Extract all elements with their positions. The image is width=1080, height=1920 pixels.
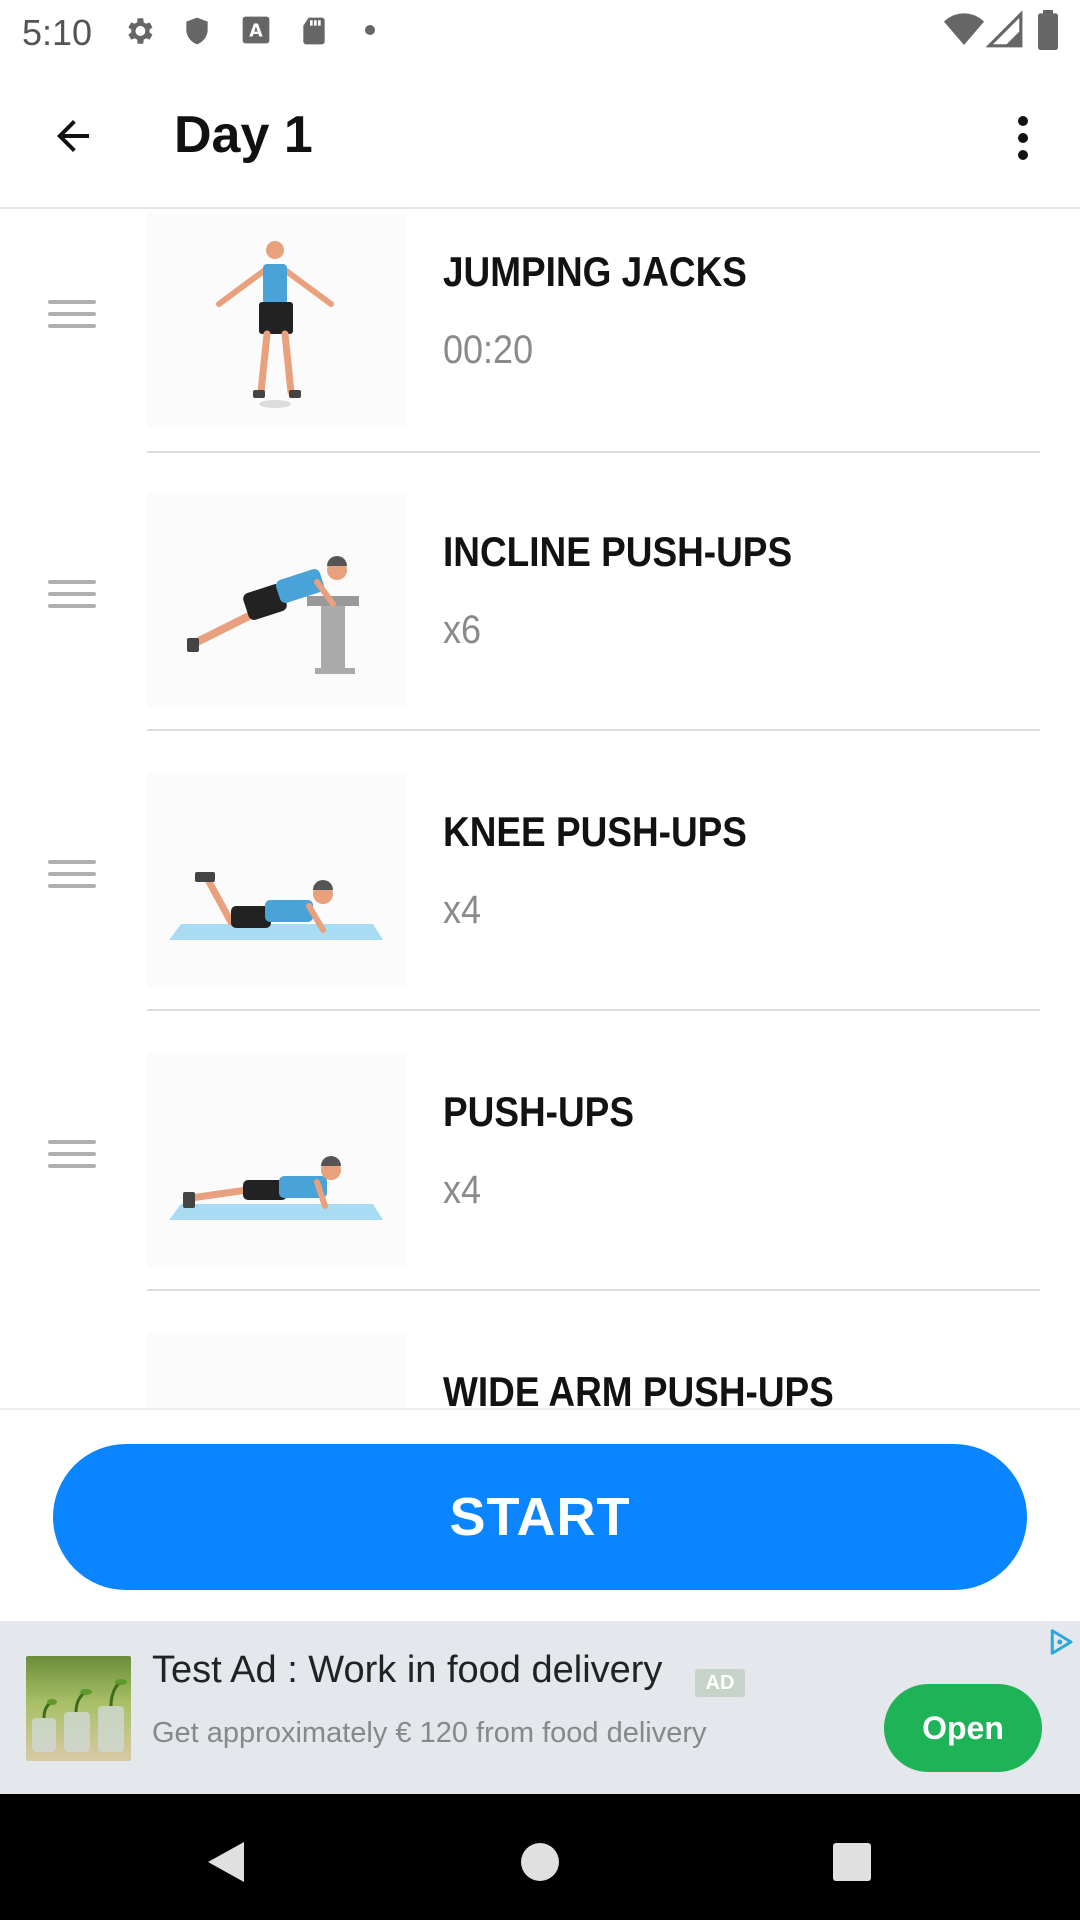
ad-image[interactable] <box>26 1656 131 1761</box>
nav-recents-button[interactable] <box>822 1832 882 1892</box>
exercise-amount: x4 <box>443 1168 482 1212</box>
exercise-name: INCLINE PUSH-UPS <box>443 528 793 575</box>
drag-handle-icon[interactable] <box>48 852 98 892</box>
row-divider <box>147 451 1040 453</box>
row-divider <box>147 1009 1040 1011</box>
incline-pushups-figure <box>147 492 407 707</box>
arrow-left-icon <box>57 120 89 152</box>
exercise-row[interactable]: JUMPING JACKS 00:20 <box>0 210 1080 490</box>
exercise-row[interactable]: INCLINE PUSH-UPS x6 <box>0 490 1080 770</box>
money-jars-image <box>32 1679 127 1752</box>
wide-arm-pushups-figure <box>147 1332 407 1408</box>
ad-choices-icon[interactable] <box>1046 1627 1076 1657</box>
exercise-amount: 00:20 <box>443 328 534 372</box>
exercise-row[interactable]: KNEE PUSH-UPS x4 <box>0 770 1080 1050</box>
status-bar: 5:10 A <box>0 0 1080 63</box>
text-a-icon: A <box>242 16 270 44</box>
navigation-bar <box>0 1794 1080 1920</box>
knee-pushups-figure <box>147 772 407 987</box>
jumping-jacks-figure <box>147 212 407 427</box>
dot-icon <box>365 25 375 35</box>
app-bar: Day 1 <box>0 63 1080 209</box>
more-options-button[interactable] <box>990 103 1056 173</box>
wifi-icon <box>944 13 984 45</box>
start-area: START <box>0 1408 1080 1621</box>
row-divider <box>147 729 1040 731</box>
shield-icon <box>186 17 208 45</box>
recents-square-icon <box>833 1843 871 1881</box>
exercise-list[interactable]: JUMPING JACKS 00:20 INCLINE PUSH-UPS x6 <box>0 210 1080 1408</box>
gear-icon <box>128 18 153 44</box>
battery-icon <box>1038 10 1058 50</box>
exercise-amount: x4 <box>443 888 482 932</box>
home-circle-icon <box>521 1843 559 1881</box>
back-button[interactable] <box>30 98 116 174</box>
row-divider <box>147 1289 1040 1291</box>
start-button-label: START <box>449 1487 631 1547</box>
ad-title[interactable]: Test Ad : Work in food delivery <box>152 1649 662 1692</box>
status-time: 5:10 <box>22 12 93 53</box>
back-triangle-icon <box>208 1842 244 1882</box>
svg-text:A: A <box>249 22 263 42</box>
nav-home-button[interactable] <box>510 1832 570 1892</box>
drag-handle-icon[interactable] <box>48 1132 98 1172</box>
exercise-name: WIDE ARM PUSH-UPS <box>443 1368 834 1408</box>
pushups-figure <box>147 1052 407 1267</box>
ad-open-label: Open <box>922 1709 1004 1746</box>
start-button[interactable]: START <box>53 1444 1027 1590</box>
exercise-name: PUSH-UPS <box>443 1088 635 1135</box>
ad-subtitle[interactable]: Get approximately € 120 from food delive… <box>152 1717 707 1750</box>
signal-icon <box>986 10 1023 48</box>
drag-handle-icon[interactable] <box>48 572 98 612</box>
exercise-name: KNEE PUSH-UPS <box>443 808 747 855</box>
ad-open-button[interactable]: Open <box>884 1684 1042 1772</box>
page-title: Day 1 <box>174 106 313 164</box>
exercise-row[interactable]: PUSH-UPS x4 <box>0 1050 1080 1330</box>
more-vertical-icon <box>1018 116 1028 160</box>
sd-card-icon <box>303 17 325 45</box>
nav-back-button[interactable] <box>196 1832 256 1892</box>
ad-badge: AD <box>695 1669 745 1697</box>
exercise-row[interactable]: WIDE ARM PUSH-UPS <box>0 1330 1080 1408</box>
exercise-amount: x6 <box>443 608 482 652</box>
drag-handle-icon[interactable] <box>48 292 98 332</box>
ad-banner[interactable]: Test Ad : Work in food delivery AD Get a… <box>0 1621 1080 1794</box>
exercise-name: JUMPING JACKS <box>443 248 747 295</box>
